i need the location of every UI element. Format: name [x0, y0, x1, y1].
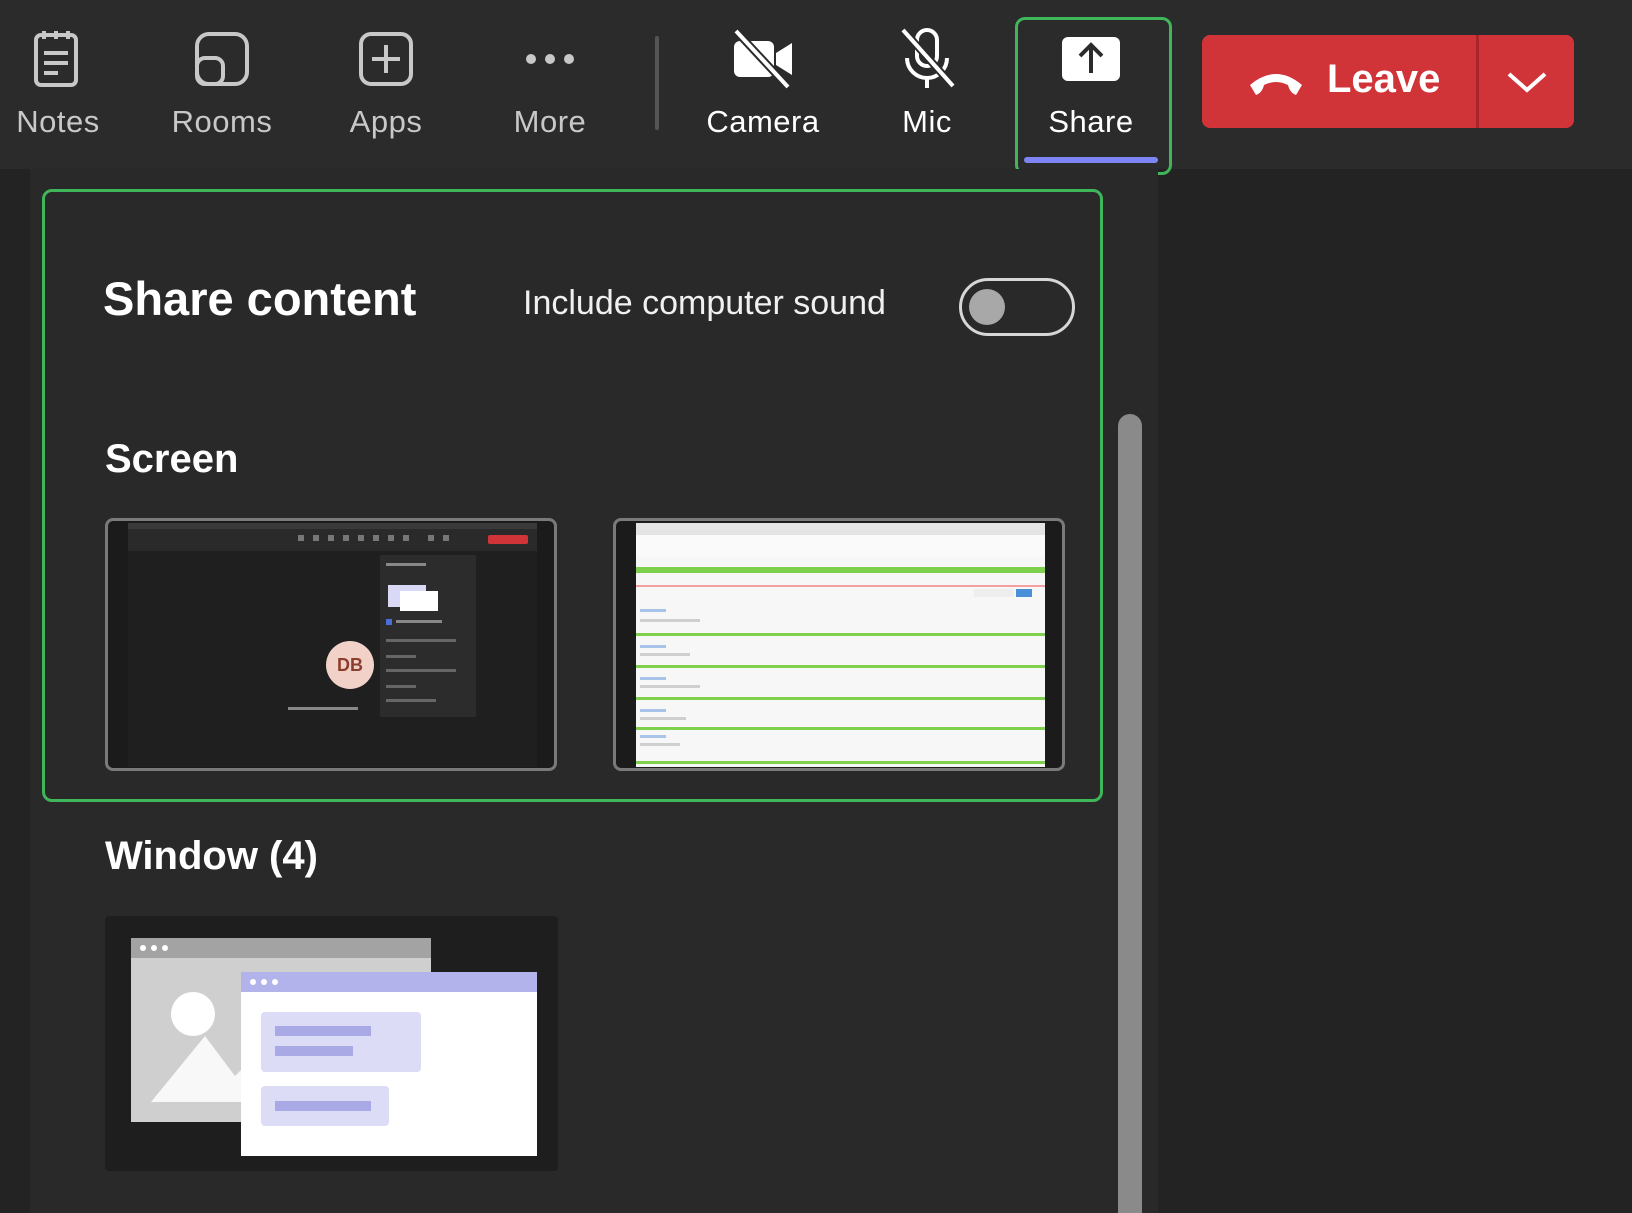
leave-label: Leave — [1327, 57, 1441, 101]
mic-off-icon — [892, 24, 962, 94]
include-sound-toggle[interactable] — [959, 278, 1075, 336]
share-highlight-box — [1015, 17, 1172, 175]
window-heading: Window (4) — [105, 834, 318, 878]
chevron-down-icon — [1507, 72, 1546, 93]
mic-button[interactable]: Mic — [852, 0, 1002, 169]
toggle-knob — [969, 289, 1005, 325]
notes-label: Notes — [16, 104, 100, 139]
leave-options-button[interactable] — [1479, 35, 1574, 128]
screen-1-preview-graphic — [128, 523, 537, 717]
rooms-button[interactable]: Rooms — [147, 0, 297, 169]
window-thumbnail[interactable] — [105, 916, 558, 1171]
toolbar-divider — [655, 36, 659, 130]
notes-icon — [23, 24, 93, 94]
screen-2-thumbnail[interactable] — [613, 518, 1065, 771]
screen-1-thumbnail[interactable]: DB — [105, 518, 557, 771]
notes-button[interactable]: Notes — [0, 0, 133, 169]
include-sound-label: Include computer sound — [523, 284, 886, 322]
rooms-icon — [187, 24, 257, 94]
more-button[interactable]: More — [475, 0, 625, 169]
meeting-toolbar: Notes Rooms Apps More Camera Mic Share L… — [0, 0, 1632, 175]
camera-off-icon — [728, 24, 798, 94]
avatar: DB — [326, 641, 374, 689]
camera-button[interactable]: Camera — [688, 0, 838, 169]
rooms-label: Rooms — [171, 104, 273, 139]
apps-button[interactable]: Apps — [311, 0, 461, 169]
scrollbar[interactable] — [1118, 414, 1142, 1213]
hang-up-icon — [1246, 61, 1306, 101]
screen-heading: Screen — [105, 437, 239, 481]
add-apps-icon — [351, 24, 421, 94]
leave-button[interactable]: Leave — [1202, 35, 1476, 128]
panel-title: Share content — [103, 272, 417, 325]
more-label: More — [513, 104, 587, 139]
leave-split-button: Leave — [1202, 35, 1574, 128]
camera-label: Camera — [706, 104, 820, 139]
mic-label: Mic — [902, 104, 952, 139]
screen-1-preview: DB — [128, 523, 537, 767]
windows-illustration-icon — [131, 938, 537, 1156]
screen-2-preview — [636, 523, 1045, 767]
apps-label: Apps — [349, 104, 423, 139]
more-dots-icon — [515, 24, 585, 94]
screen-2-preview-graphic — [636, 523, 1045, 764]
